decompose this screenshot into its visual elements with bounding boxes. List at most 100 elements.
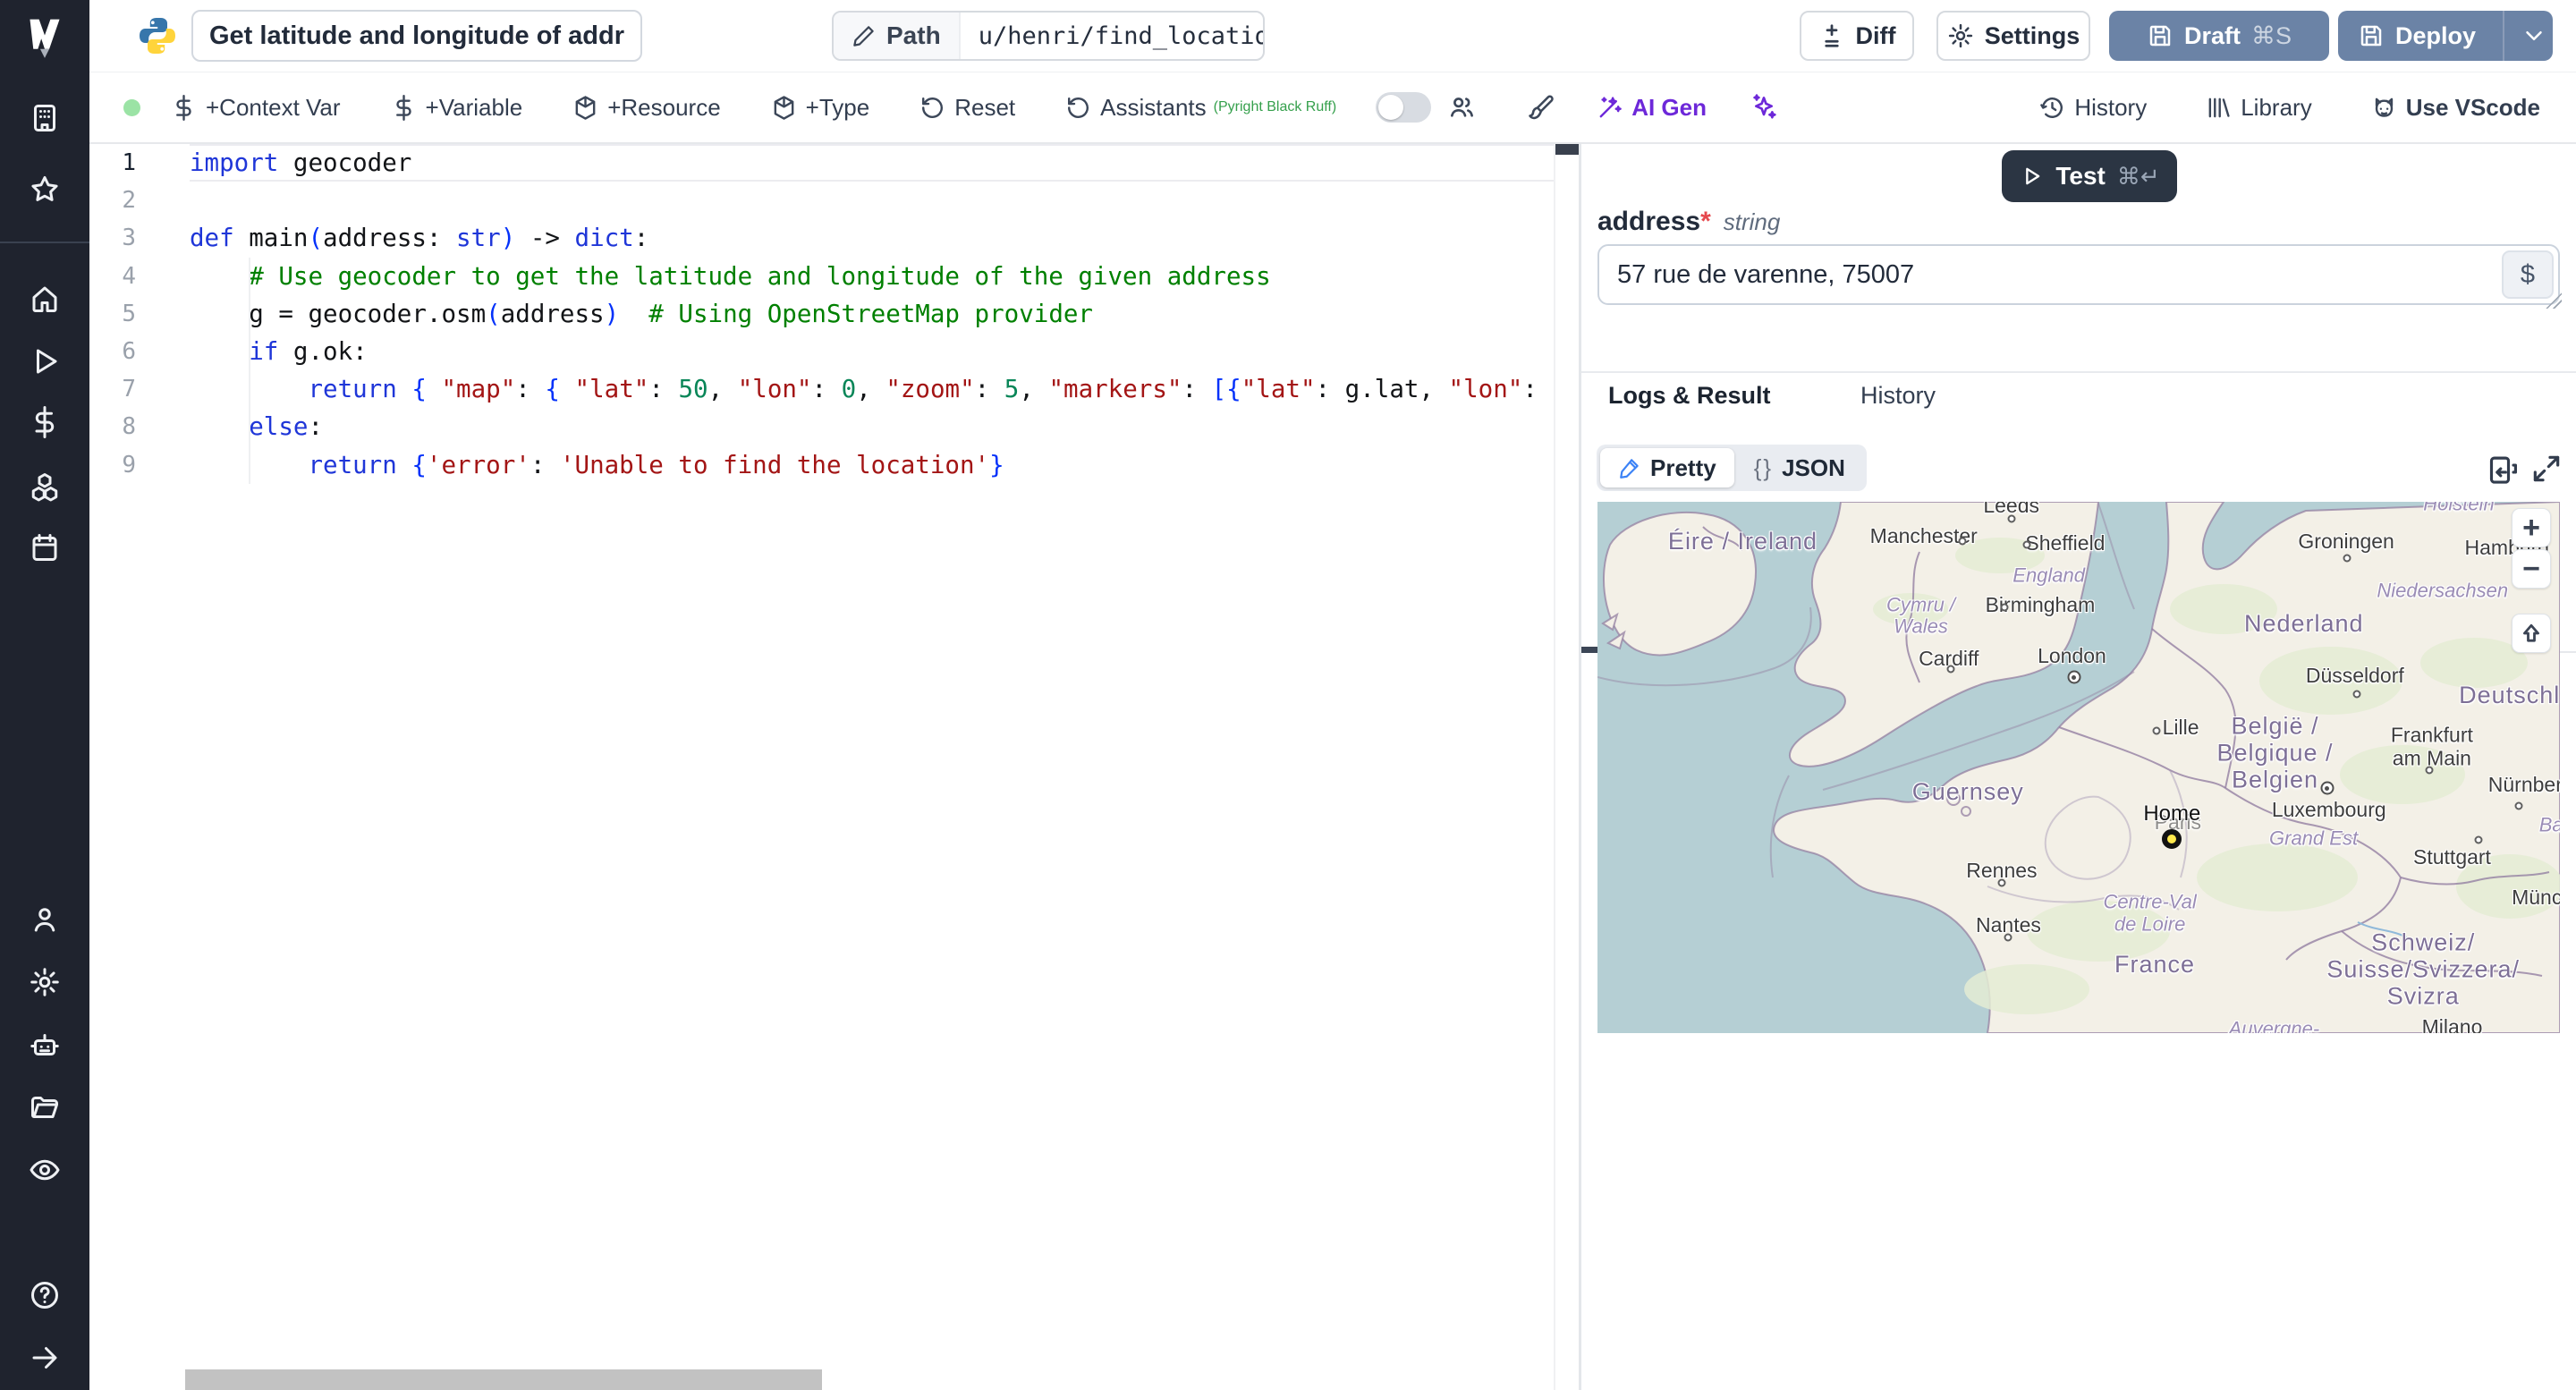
add-type-button[interactable]: +Type (771, 94, 869, 122)
sidebar-divider (0, 242, 89, 243)
runs-play-icon[interactable] (29, 345, 61, 377)
json-toggle[interactable]: {} JSON (1736, 448, 1863, 487)
line-number: 5 (122, 300, 136, 327)
map-city-dot (2343, 554, 2351, 563)
library-books-icon (2208, 97, 2230, 117)
map-label: Luxembourg (2271, 798, 2386, 822)
multiplayer-users-icon[interactable] (1447, 93, 1476, 122)
map-city-dot (2152, 726, 2161, 735)
favorites-star-icon[interactable] (29, 174, 61, 206)
expand-result-button[interactable] (2529, 452, 2565, 487)
reset-button[interactable]: Reset (919, 94, 1015, 122)
assistants-label: Assistants (1100, 93, 1207, 121)
workspace-building-icon[interactable] (29, 102, 61, 134)
add-resource-button[interactable]: +Resource (572, 94, 721, 122)
help-icon[interactable] (29, 1279, 61, 1311)
map-reset-view-button[interactable] (2512, 614, 2551, 653)
history-label: History (2074, 93, 2148, 121)
windmill-logo-icon[interactable] (21, 13, 68, 63)
code-lines[interactable]: import geocoder def main(address: str) -… (190, 144, 1554, 484)
home-icon[interactable] (29, 283, 61, 315)
package-icon (774, 95, 794, 120)
tab-logs-result[interactable]: Logs & Result (1608, 373, 1771, 418)
run-panel: Test ⌘↵ address* string $ Logs & Result … (1581, 144, 2576, 1390)
map-label: Münch (2512, 886, 2560, 910)
assistants-button[interactable]: Assistants (1065, 94, 1207, 122)
top-bar: Path u/henri/find_location Diff Settings… (89, 0, 2576, 72)
reset-label: Reset (954, 93, 1016, 121)
format-brush-icon[interactable] (1526, 94, 1554, 122)
map-label: Cymru / Wales (1886, 593, 1956, 638)
editor-vertical-scrollbar[interactable] (1554, 144, 1579, 1390)
dollar-icon (395, 94, 411, 121)
map-label: Auvergne- (2228, 1018, 2320, 1033)
add-context-var-button[interactable]: +Context Var (171, 94, 341, 122)
user-icon[interactable] (29, 903, 61, 936)
map-label: Schweiz/ Suisse/Svizzera/ Svizra (2326, 928, 2520, 1010)
folders-icon[interactable] (29, 1091, 61, 1123)
map-city-dot (1958, 537, 1967, 546)
audit-eye-icon[interactable] (29, 1154, 61, 1186)
sparkles-icon[interactable] (1750, 93, 1778, 122)
code-line: return {'error': 'Unable to find the loc… (190, 445, 1554, 484)
input-resize-handle[interactable] (2546, 292, 2562, 309)
scrollbar-thumb[interactable] (1555, 144, 1579, 155)
map-label: Nürnberg (2487, 773, 2560, 797)
diff-mode-toggle[interactable] (1376, 92, 1432, 123)
settings-gear-icon[interactable] (29, 966, 61, 998)
code-line: def main(address: str) -> dict: (190, 224, 649, 253)
variables-dollar-icon[interactable] (29, 406, 61, 438)
ai-gen-button[interactable]: AI Gen (1597, 94, 1707, 122)
schedules-calendar-icon[interactable] (29, 531, 61, 564)
diff-button[interactable]: Diff (1800, 11, 1914, 61)
expand-sidebar-arrow-icon[interactable] (29, 1342, 61, 1374)
diff-label: Diff (1855, 21, 1896, 49)
save-icon (2360, 25, 2382, 47)
vscode-cat-icon (2375, 97, 2393, 117)
script-path-field[interactable]: Path u/henri/find_location (832, 11, 1265, 61)
assistants-status: (Pyright Black Ruff) (1213, 99, 1337, 114)
deploy-label: Deploy (2395, 21, 2477, 49)
pretty-toggle[interactable]: Pretty (1600, 448, 1734, 487)
map-label: London (2038, 643, 2106, 667)
use-vscode-button[interactable]: Use VScode (2371, 94, 2540, 122)
result-map[interactable]: Éire / Ireland Manchester Leeds Sheffield En… (1597, 502, 2560, 1033)
map-city-dot (2514, 801, 2523, 810)
home-marker[interactable] (2162, 829, 2182, 850)
diff-icon (1824, 24, 1839, 47)
insert-variable-button[interactable]: $ (2502, 250, 2554, 299)
python-language-icon (140, 18, 175, 55)
result-tabs: Logs & Result History (1581, 373, 2576, 653)
copy-result-button[interactable] (2483, 452, 2519, 487)
edit-pencil-icon (853, 25, 874, 47)
json-label: JSON (1782, 453, 1845, 481)
map-zoom-in-button[interactable]: + (2512, 508, 2551, 547)
map-zoom-out-button[interactable]: − (2512, 549, 2551, 589)
deploy-button[interactable]: Deploy (2338, 11, 2553, 61)
test-button[interactable]: Test ⌘↵ (2002, 150, 2177, 202)
path-value: u/henri/find_location (978, 21, 1265, 50)
map-label: België / Belgique / Belgien (2216, 712, 2334, 794)
settings-button[interactable]: Settings (1936, 11, 2090, 61)
line-number: 2 (122, 187, 136, 215)
workers-robot-icon[interactable] (29, 1029, 61, 1061)
library-button[interactable]: Library (2206, 94, 2312, 122)
map-label: Sheffield (2025, 531, 2106, 555)
argument-header: address* string (1597, 207, 1780, 237)
add-variable-button[interactable]: +Variable (391, 94, 522, 122)
tab-history[interactable]: History (1860, 373, 1936, 418)
resources-boxes-icon[interactable] (29, 470, 61, 503)
map-label: Guernsey (1911, 777, 2024, 805)
status-dot (123, 98, 140, 116)
deploy-more-button[interactable] (2515, 11, 2553, 61)
address-input[interactable] (1597, 244, 2560, 305)
history-button[interactable]: History (2039, 94, 2147, 122)
code-line: import geocoder (190, 144, 1554, 182)
settings-label: Settings (1984, 21, 2080, 49)
save-draft-button[interactable]: Draft ⌘S (2109, 11, 2329, 61)
pen-icon (1620, 459, 1639, 479)
script-title-input[interactable] (191, 10, 642, 62)
code-editor[interactable]: 1 2 3 4 5 6 7 8 9 import geocoder def main(addre… (89, 144, 1579, 1390)
editor-horizontal-scrollbar[interactable] (185, 1369, 822, 1390)
map-label: Holstein (2423, 502, 2495, 515)
